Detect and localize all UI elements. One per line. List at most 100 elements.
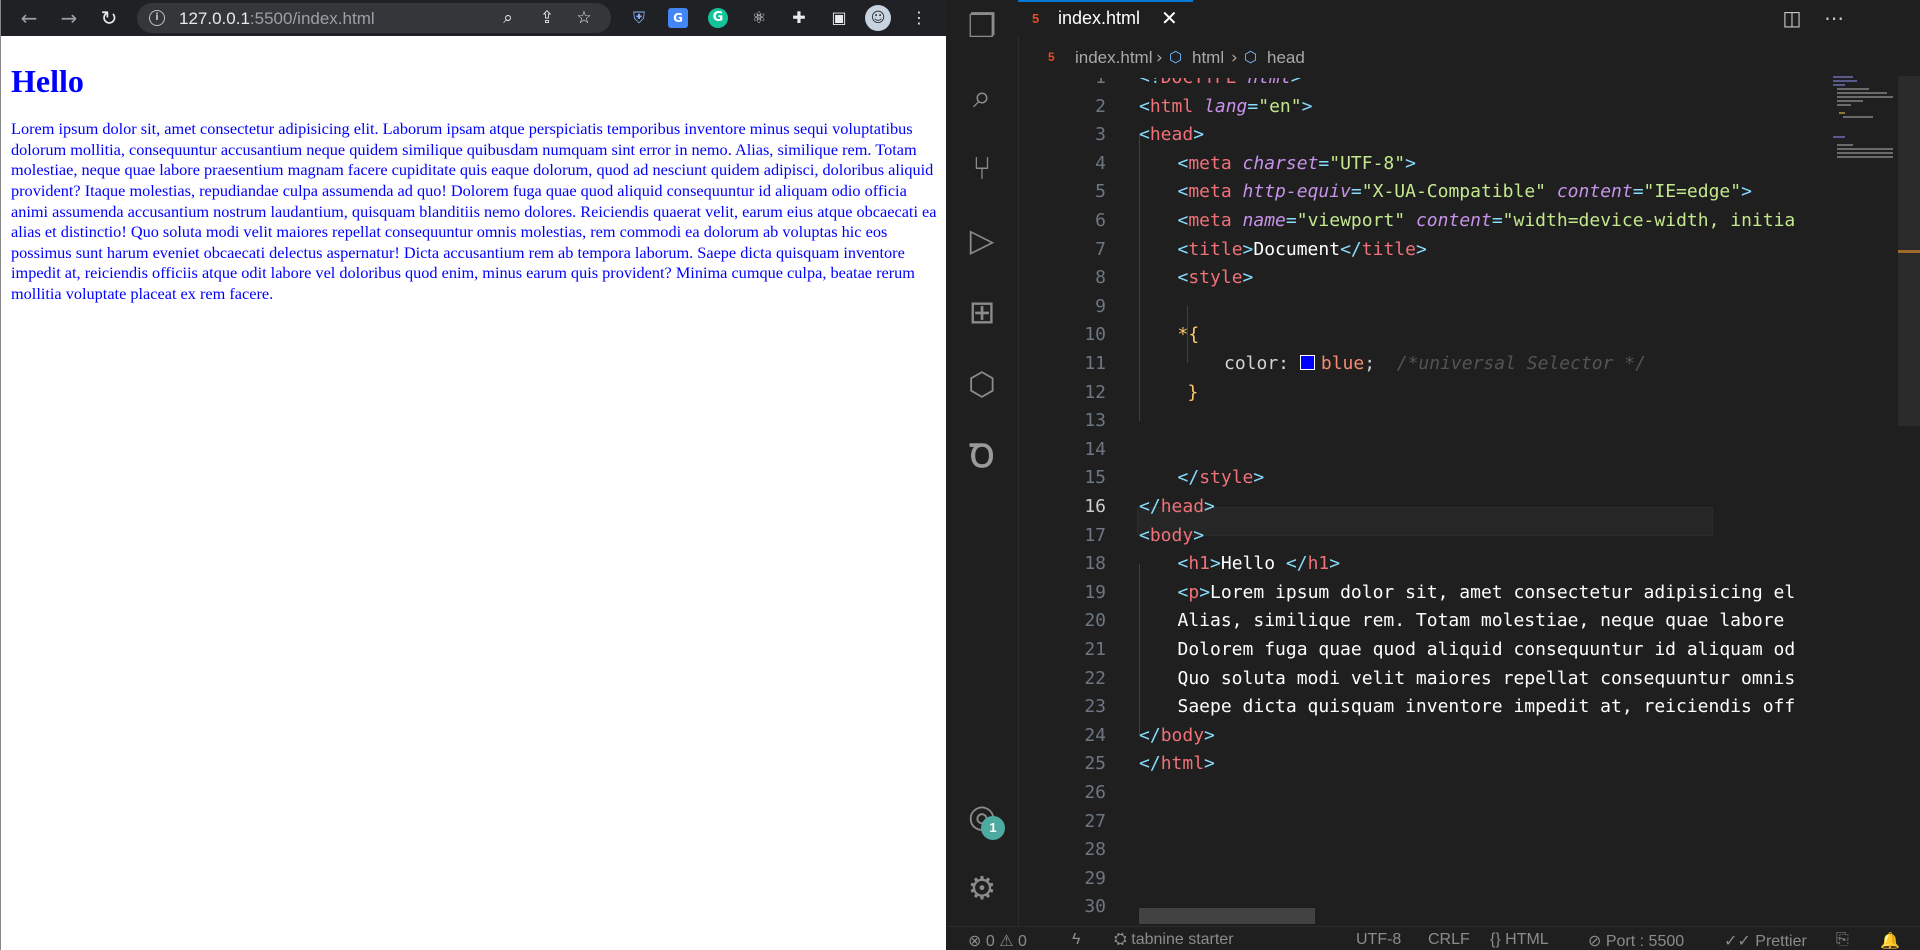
code-line[interactable]: 26 bbox=[1018, 779, 1892, 808]
code-text: <meta charset="UTF-8"> bbox=[1177, 152, 1416, 174]
browser-menu-icon[interactable]: ⋮ bbox=[907, 6, 931, 30]
zoom-icon[interactable]: ⌕ bbox=[497, 7, 519, 29]
code-line[interactable]: 19 <p>Lorem ipsum dolor sit, amet consect… bbox=[1018, 579, 1892, 608]
code-line[interactable]: 13 bbox=[1018, 407, 1892, 436]
code-line[interactable]: 12} bbox=[1018, 379, 1892, 408]
code-line[interactable]: 3 <head> bbox=[1018, 121, 1892, 150]
code-text: <html lang="en"> bbox=[1139, 95, 1313, 117]
page-paragraph: Lorem ipsum dolor sit, amet consectetur … bbox=[11, 119, 937, 303]
eol-status[interactable]: CRLF bbox=[1428, 931, 1470, 949]
source-control-icon[interactable]: ⑂ bbox=[960, 146, 1004, 190]
line-number: 26 bbox=[1084, 782, 1106, 803]
prettier-status[interactable]: ✓✓ Prettier bbox=[1724, 931, 1807, 950]
code-line[interactable]: 29 bbox=[1018, 865, 1892, 894]
breadcrumb-item-html[interactable]: html bbox=[1192, 48, 1224, 68]
lightning-icon[interactable]: ϟ bbox=[1072, 931, 1080, 949]
line-number: 29 bbox=[1084, 867, 1106, 889]
code-line[interactable]: 21 Dolorem fuga quae quod aliquid consequ… bbox=[1018, 636, 1892, 665]
code-line[interactable]: 7 <title>Document</title> bbox=[1018, 236, 1892, 265]
code-line[interactable]: 28 bbox=[1018, 836, 1892, 865]
settings-gear-icon[interactable]: ⚙ bbox=[960, 866, 1004, 910]
code-line[interactable]: 17 <body> bbox=[1018, 522, 1892, 551]
code-text: Quo soluta modi velit maiores repellat c… bbox=[1177, 667, 1796, 689]
google-translate-icon[interactable]: G bbox=[668, 8, 688, 28]
url-path: :5500/index.html bbox=[249, 9, 375, 28]
address-bar[interactable]: i 127.0.0.1:5500/index.html ⌕ ⇪ ☆ bbox=[137, 3, 611, 33]
code-text: color: blue; /*universal Selector */ bbox=[1224, 353, 1646, 374]
reload-icon[interactable]: ↻ bbox=[95, 4, 123, 32]
code-text: <head> bbox=[1139, 124, 1205, 146]
line-number: 21 bbox=[1084, 639, 1106, 660]
code-line[interactable]: 22 Quo soluta modi velit maiores repellat… bbox=[1018, 665, 1892, 694]
code-line[interactable]: 9 bbox=[1018, 293, 1892, 322]
code-line[interactable]: 20 Alias, similique rem. Totam molestiae,… bbox=[1018, 607, 1892, 636]
encoding-status[interactable]: UTF-8 bbox=[1356, 931, 1401, 949]
horizontal-scrollbar[interactable] bbox=[1139, 908, 1315, 924]
quokka-icon[interactable]: Ꝺ bbox=[960, 434, 1004, 478]
breadcrumb-item-head[interactable]: head bbox=[1267, 48, 1305, 68]
code-text: <!DOCTYPE html> bbox=[1139, 78, 1302, 93]
code-line[interactable]: 5 <meta http-equiv="X-UA-Compatible" cont… bbox=[1018, 178, 1892, 207]
line-number: 23 bbox=[1084, 696, 1106, 718]
code-text: <title>Document</title> bbox=[1177, 238, 1427, 260]
line-number: 4 bbox=[1095, 152, 1106, 174]
code-line[interactable]: 8 <style> bbox=[1018, 264, 1892, 293]
bookmark-star-icon[interactable]: ☆ bbox=[573, 7, 595, 29]
code-line[interactable]: 24 </body> bbox=[1018, 722, 1892, 751]
code-line[interactable]: 16 </head> bbox=[1018, 493, 1892, 522]
feedback-icon[interactable]: ⎘ bbox=[1836, 931, 1849, 949]
shield-extension-icon[interactable]: ⛨ bbox=[627, 6, 651, 30]
code-line[interactable]: 4 <meta charset="UTF-8"> bbox=[1018, 150, 1892, 179]
back-arrow-icon[interactable]: ← bbox=[15, 4, 43, 32]
notifications-bell-icon[interactable]: 🔔 bbox=[1880, 931, 1900, 950]
line-number: 9 bbox=[1095, 295, 1106, 317]
breadcrumb-item-file[interactable]: index.html bbox=[1075, 48, 1152, 68]
color-swatch-icon[interactable] bbox=[1299, 355, 1315, 370]
code-editor[interactable]: 1 <!DOCTYPE html> 2 <html lang="en"> 3 <head>… bbox=[1018, 78, 1892, 926]
activity-bar: ❐ ⌕ ⑂ ▷ ⊞ ⬡ Ꝺ ◎ 1 ⚙ bbox=[946, 0, 1019, 950]
line-number: 17 bbox=[1084, 524, 1106, 546]
code-line[interactable]: 25 </html> bbox=[1018, 750, 1892, 779]
language-status[interactable]: {} HTML bbox=[1490, 931, 1549, 949]
code-line[interactable]: 6 <meta name="viewport" content="width=de… bbox=[1018, 207, 1892, 236]
search-icon[interactable]: ⌕ bbox=[960, 74, 1004, 118]
code-line[interactable]: 27 bbox=[1018, 808, 1892, 837]
minimap[interactable] bbox=[1833, 76, 1895, 166]
code-line[interactable]: 15 </style> bbox=[1018, 464, 1892, 493]
code-text: </html> bbox=[1139, 753, 1215, 775]
url-text[interactable]: 127.0.0.1:5500/index.html bbox=[179, 9, 375, 29]
code-text: <h1>Hello </h1> bbox=[1177, 553, 1341, 575]
side-panel-icon[interactable]: ▣ bbox=[827, 6, 851, 30]
remote-explorer-icon[interactable]: ⬡ bbox=[960, 362, 1004, 406]
line-number: 2 bbox=[1095, 95, 1106, 117]
code-line[interactable]: 1 <!DOCTYPE html> bbox=[1018, 78, 1892, 93]
code-line[interactable]: 18 <h1>Hello </h1> bbox=[1018, 550, 1892, 579]
code-line[interactable]: 11 color: blue; /*universal Selector */ bbox=[1018, 350, 1892, 379]
tabnine-status[interactable]: ⛭ tabnine starter bbox=[1114, 931, 1234, 949]
tab-index-html[interactable]: 5 index.html ✕ bbox=[1018, 0, 1193, 36]
more-actions-icon[interactable]: ⋯ bbox=[1820, 4, 1848, 32]
code-line[interactable]: 2 <html lang="en"> bbox=[1018, 93, 1892, 122]
extensions-puzzle-icon[interactable]: ✚ bbox=[787, 6, 811, 30]
explorer-icon[interactable]: ❐ bbox=[960, 4, 1004, 48]
site-info-icon[interactable]: i bbox=[149, 10, 165, 26]
rendered-page: Hello Lorem ipsum dolor sit, amet consec… bbox=[1, 36, 946, 950]
split-editor-icon[interactable]: ◫ bbox=[1778, 4, 1806, 32]
close-icon[interactable]: ✕ bbox=[1161, 6, 1178, 30]
extensions-icon[interactable]: ⊞ bbox=[960, 290, 1004, 334]
code-text: </body> bbox=[1139, 724, 1215, 746]
url-host: 127.0.0.1 bbox=[179, 9, 250, 28]
react-devtools-icon[interactable]: ⚛ bbox=[747, 6, 771, 30]
scrollbar-marker bbox=[1898, 250, 1920, 253]
forward-arrow-icon[interactable]: → bbox=[55, 4, 83, 32]
share-icon[interactable]: ⇪ bbox=[536, 7, 558, 29]
run-debug-icon[interactable]: ▷ bbox=[960, 218, 1004, 262]
line-number: 15 bbox=[1084, 467, 1106, 489]
code-line[interactable]: 14 bbox=[1018, 436, 1892, 465]
profile-avatar[interactable]: ☺ bbox=[865, 5, 891, 31]
code-line[interactable]: 10 *{ bbox=[1018, 321, 1892, 350]
live-server-port[interactable]: ⊘ Port : 5500 bbox=[1588, 931, 1684, 950]
grammarly-icon[interactable]: G bbox=[708, 8, 728, 28]
code-line[interactable]: 23 Saepe dicta quisquam inventore impedit… bbox=[1018, 693, 1892, 722]
errors-indicator[interactable]: ⊗ 0 ⚠ 0 bbox=[968, 931, 1027, 950]
